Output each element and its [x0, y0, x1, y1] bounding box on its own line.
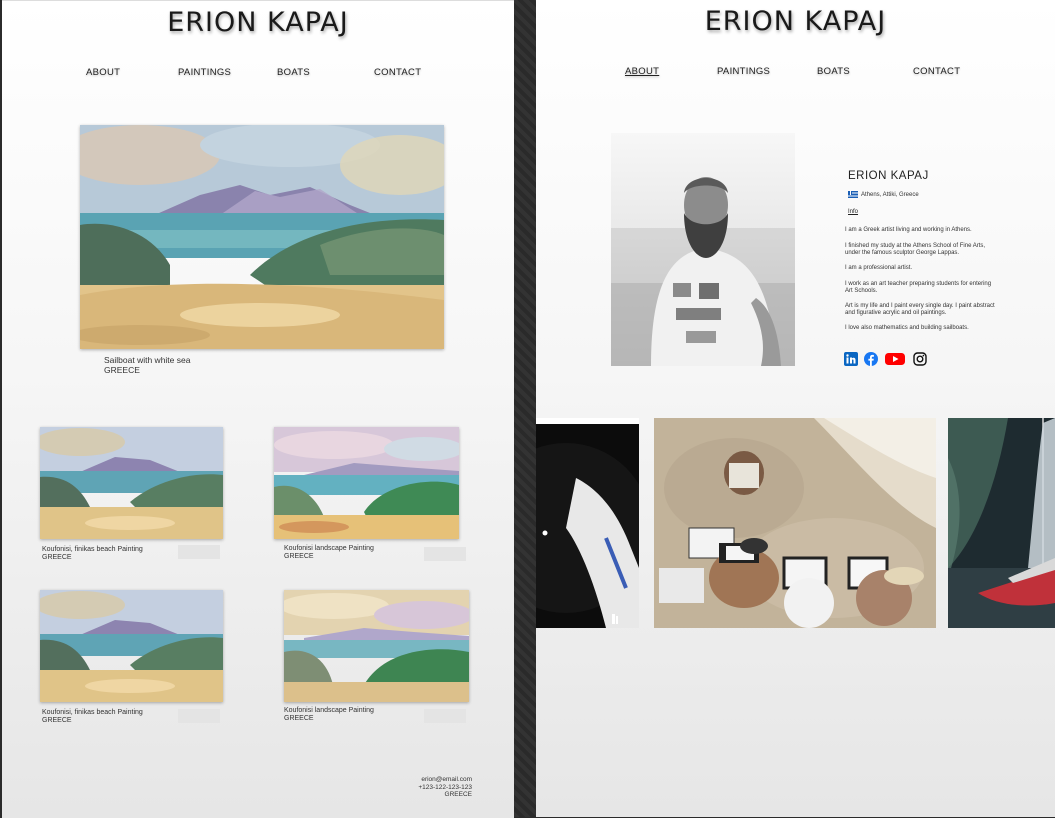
nav-boats[interactable]: BOATS — [817, 66, 850, 77]
bio-location: Athens, Attiki, Greece — [848, 191, 919, 198]
gallery-title-2: Koufonisi landscape Painting — [284, 545, 374, 552]
price-placeholder-1 — [178, 545, 220, 559]
youtube-icon[interactable] — [885, 352, 905, 366]
bio-paragraph-1: I am a Greek artist living and working i… — [845, 227, 972, 233]
instagram-icon[interactable] — [913, 352, 927, 366]
nav-about[interactable]: ABOUT — [625, 66, 659, 77]
nav-contact[interactable]: CONTACT — [913, 66, 960, 77]
about-page: ERION KAPAJ ABOUT PAINTINGS BOATS CONTAC… — [536, 0, 1055, 817]
bio-paragraph-4: I work as an art teacher preparing stude… — [845, 281, 992, 294]
carousel-slide-drawing[interactable] — [536, 418, 639, 628]
facebook-icon[interactable] — [864, 352, 878, 366]
paintings-page: ERION KAPAJ ABOUT PAINTINGS BOATS CONTAC… — [2, 0, 514, 818]
price-placeholder-3 — [178, 709, 220, 723]
footer-country: GREECE — [444, 791, 472, 798]
linkedin-icon[interactable] — [844, 352, 858, 366]
gallery-location-1: GREECE — [42, 554, 72, 561]
carousel-slide-beach-class[interactable] — [654, 418, 936, 628]
info-link[interactable]: Info — [848, 209, 858, 215]
bio-name: ERION KAPAJ — [848, 170, 929, 182]
gallery-title-1: Koufonisi, finikas beach Painting — [42, 546, 143, 553]
carousel-slide-sailboat[interactable] — [948, 418, 1055, 628]
gallery-painting-1[interactable] — [40, 427, 223, 539]
gallery-painting-2[interactable] — [274, 427, 459, 539]
gallery-painting-4[interactable] — [284, 590, 469, 702]
footer-phone: +123-122-123-123 — [418, 783, 472, 791]
nav-contact[interactable]: CONTACT — [374, 67, 421, 78]
artist-portrait — [611, 133, 795, 366]
nav-paintings[interactable]: PAINTINGS — [178, 67, 231, 78]
nav-paintings[interactable]: PAINTINGS — [717, 66, 770, 77]
price-placeholder-2 — [424, 547, 466, 561]
bio-paragraph-3: I am a professional artist. — [845, 265, 913, 271]
gallery-caption-4: Koufonisi landscape Painting GREECE — [284, 707, 374, 723]
bio-paragraph-5: Art is my life and I paint every single … — [845, 303, 995, 316]
featured-location: GREECE — [104, 364, 140, 375]
gallery-painting-3[interactable] — [40, 590, 223, 702]
gallery-caption-1: Koufonisi, finikas beach Painting GREECE — [42, 546, 143, 562]
gallery-title-4: Koufonisi landscape Painting — [284, 707, 374, 714]
contact-footer: erion@email.com +123-122-123-123 GREECE — [418, 776, 472, 799]
featured-painting[interactable] — [80, 125, 444, 349]
footer-email[interactable]: erion@email.com — [418, 776, 472, 784]
gallery-location-4: GREECE — [284, 715, 314, 722]
gallery-location-3: GREECE — [42, 717, 72, 724]
gallery-location-2: GREECE — [284, 553, 314, 560]
gallery-caption-3: Koufonisi, finikas beach Painting GREECE — [42, 709, 143, 725]
page-divider — [514, 0, 536, 817]
bio-paragraph-2: I finished my study at the Athens School… — [845, 243, 986, 256]
site-title[interactable]: ERION KAPAJ — [536, 6, 1055, 37]
price-placeholder-4 — [424, 709, 466, 723]
nav-boats[interactable]: BOATS — [277, 67, 310, 78]
bio-paragraph-6: I love also mathematics and building sai… — [845, 325, 969, 331]
greek-flag-icon — [848, 191, 858, 198]
gallery-caption-2: Koufonisi landscape Painting GREECE — [284, 545, 374, 561]
gallery-title-3: Koufonisi, finikas beach Painting — [42, 709, 143, 716]
featured-caption: Sailboat with white sea GREECE — [104, 355, 190, 375]
site-title[interactable]: ERION KAPAJ — [2, 7, 514, 38]
nav-about[interactable]: ABOUT — [86, 67, 120, 78]
bio-location-text: Athens, Attiki, Greece — [861, 191, 919, 198]
